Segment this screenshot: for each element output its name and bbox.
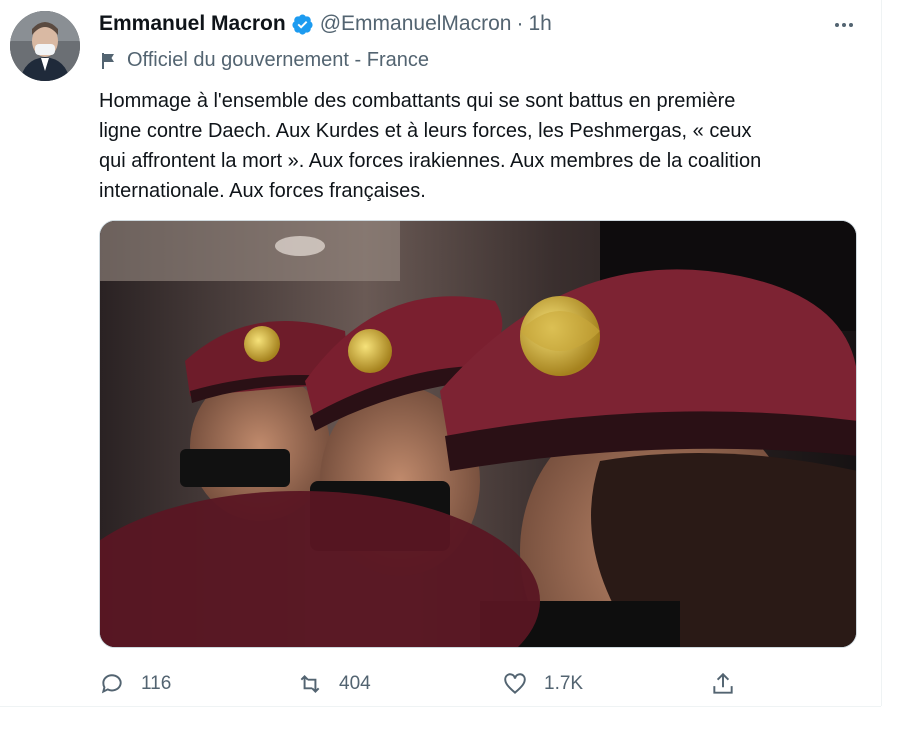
share-icon [713,672,733,694]
tweet-text-line: qui affrontent la mort ». Aux forces ira… [99,150,762,172]
heart-icon [504,673,526,694]
government-label-text: Officiel du gouvernement - France [127,49,430,71]
column-divider [881,0,882,706]
verified-badge-icon [291,13,314,36]
like-count: 1.7K [544,673,584,694]
like-button[interactable]: 1.7K [502,668,583,700]
tweet-divider [0,706,881,707]
more-dots-icon[interactable] [830,11,858,39]
retweet-count: 404 [339,673,371,694]
tweet-text: Hommage à l'ensemble des combattants qui… [99,86,869,206]
retweet-button[interactable]: 404 [297,668,371,700]
flag-icon [99,51,119,71]
reply-button[interactable]: 116 [99,668,171,700]
government-label[interactable]: Officiel du gouvernement - France [99,49,429,72]
author-name[interactable]: Emmanuel Macron [99,12,286,36]
tweet-text-line: ligne contre Daech. Aux Kurdes et à leur… [99,120,752,142]
retweet-icon [300,675,320,693]
avatar[interactable] [10,11,80,81]
tweet-header: Emmanuel Macron @EmmanuelMacron · 1h [99,12,552,36]
reply-icon [101,674,122,694]
reply-count: 116 [141,673,172,694]
tweet-photo[interactable] [99,220,857,648]
tweet-text-line: internationale. Aux forces françaises. [99,180,426,202]
tweet-actions: 116 404 1.7K [0,668,881,700]
timestamp[interactable]: 1h [528,12,551,36]
tweet-text-line: Hommage à l'ensemble des combattants qui… [99,90,736,112]
separator-dot: · [516,12,524,35]
author-handle[interactable]: @EmmanuelMacron [320,12,512,36]
share-button[interactable] [710,668,752,700]
